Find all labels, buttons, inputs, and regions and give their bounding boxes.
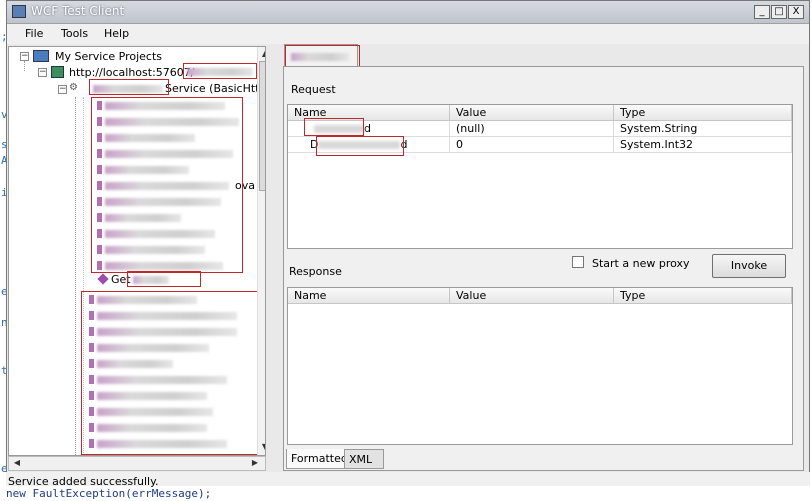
request-label: Request xyxy=(291,83,336,96)
column-header-value[interactable]: Value xyxy=(450,105,614,121)
collapse-icon[interactable]: − xyxy=(58,85,67,94)
tree-scroll-thumb[interactable] xyxy=(259,61,265,191)
start-new-proxy-checkbox[interactable] xyxy=(572,256,584,268)
redaction-box xyxy=(91,97,243,273)
background-code-line: new FaultException(errMessage); xyxy=(0,486,812,501)
tab-xml[interactable]: XML xyxy=(344,449,384,469)
scroll-down-icon[interactable]: ▼ xyxy=(259,441,265,453)
request-row-type: System.Int32 xyxy=(614,137,792,153)
invoke-button[interactable]: Invoke xyxy=(712,254,786,278)
column-header-name[interactable]: Name xyxy=(288,288,450,304)
request-row-value[interactable]: 0 xyxy=(450,137,614,153)
scroll-up-icon[interactable]: ▲ xyxy=(259,48,265,60)
redaction-box xyxy=(89,79,169,95)
redaction-box xyxy=(285,45,360,67)
projects-icon xyxy=(33,50,49,62)
redaction-box xyxy=(183,63,257,79)
close-button[interactable]: X xyxy=(788,5,804,19)
service-tree[interactable]: − My Service Projects − http://localhost… xyxy=(8,46,266,456)
service-label[interactable]: Service (BasicHttpI xyxy=(165,82,265,95)
request-row-type: System.String xyxy=(614,121,792,137)
window-title: WCF Test Client xyxy=(31,4,125,18)
endpoint-icon xyxy=(51,66,64,78)
status-text: Service added successfully. xyxy=(8,475,159,488)
response-label: Response xyxy=(289,265,342,278)
menu-tools[interactable]: Tools xyxy=(61,27,88,40)
column-header-value[interactable]: Value xyxy=(450,288,614,304)
request-row-value[interactable]: (null) xyxy=(450,121,614,137)
redaction-box xyxy=(127,271,201,287)
collapse-icon[interactable]: − xyxy=(38,68,47,77)
tab-formatted[interactable]: Formatted xyxy=(286,449,353,469)
menu-bar: File Tools Help xyxy=(7,24,809,44)
menu-file[interactable]: File xyxy=(25,27,43,40)
tree-horizontal-scrollbar[interactable]: ◀ ▶ xyxy=(8,456,266,471)
app-icon xyxy=(12,5,26,18)
minimize-button[interactable]: _ xyxy=(754,5,770,19)
endpoint-label[interactable]: http://localhost:57607/ xyxy=(69,66,194,79)
response-grid[interactable]: Name Value Type xyxy=(287,287,793,445)
column-header-type[interactable]: Type xyxy=(614,288,792,304)
scroll-right-icon[interactable]: ▶ xyxy=(249,457,261,469)
redaction-box xyxy=(316,136,404,156)
method-icon xyxy=(97,273,109,285)
column-header-type[interactable]: Type xyxy=(614,105,792,121)
title-bar[interactable]: WCF Test Client _ □ X xyxy=(7,1,809,24)
collapse-icon[interactable]: − xyxy=(20,52,29,61)
scroll-left-icon[interactable]: ◀ xyxy=(11,457,23,469)
service-icon: ⚙ xyxy=(69,82,78,93)
tree-root-label[interactable]: My Service Projects xyxy=(55,50,162,63)
maximize-button[interactable]: □ xyxy=(771,5,787,19)
redaction-box xyxy=(304,118,364,136)
start-new-proxy-label: Start a new proxy xyxy=(592,257,690,270)
redaction-box xyxy=(81,291,259,455)
menu-help[interactable]: Help xyxy=(104,27,129,40)
